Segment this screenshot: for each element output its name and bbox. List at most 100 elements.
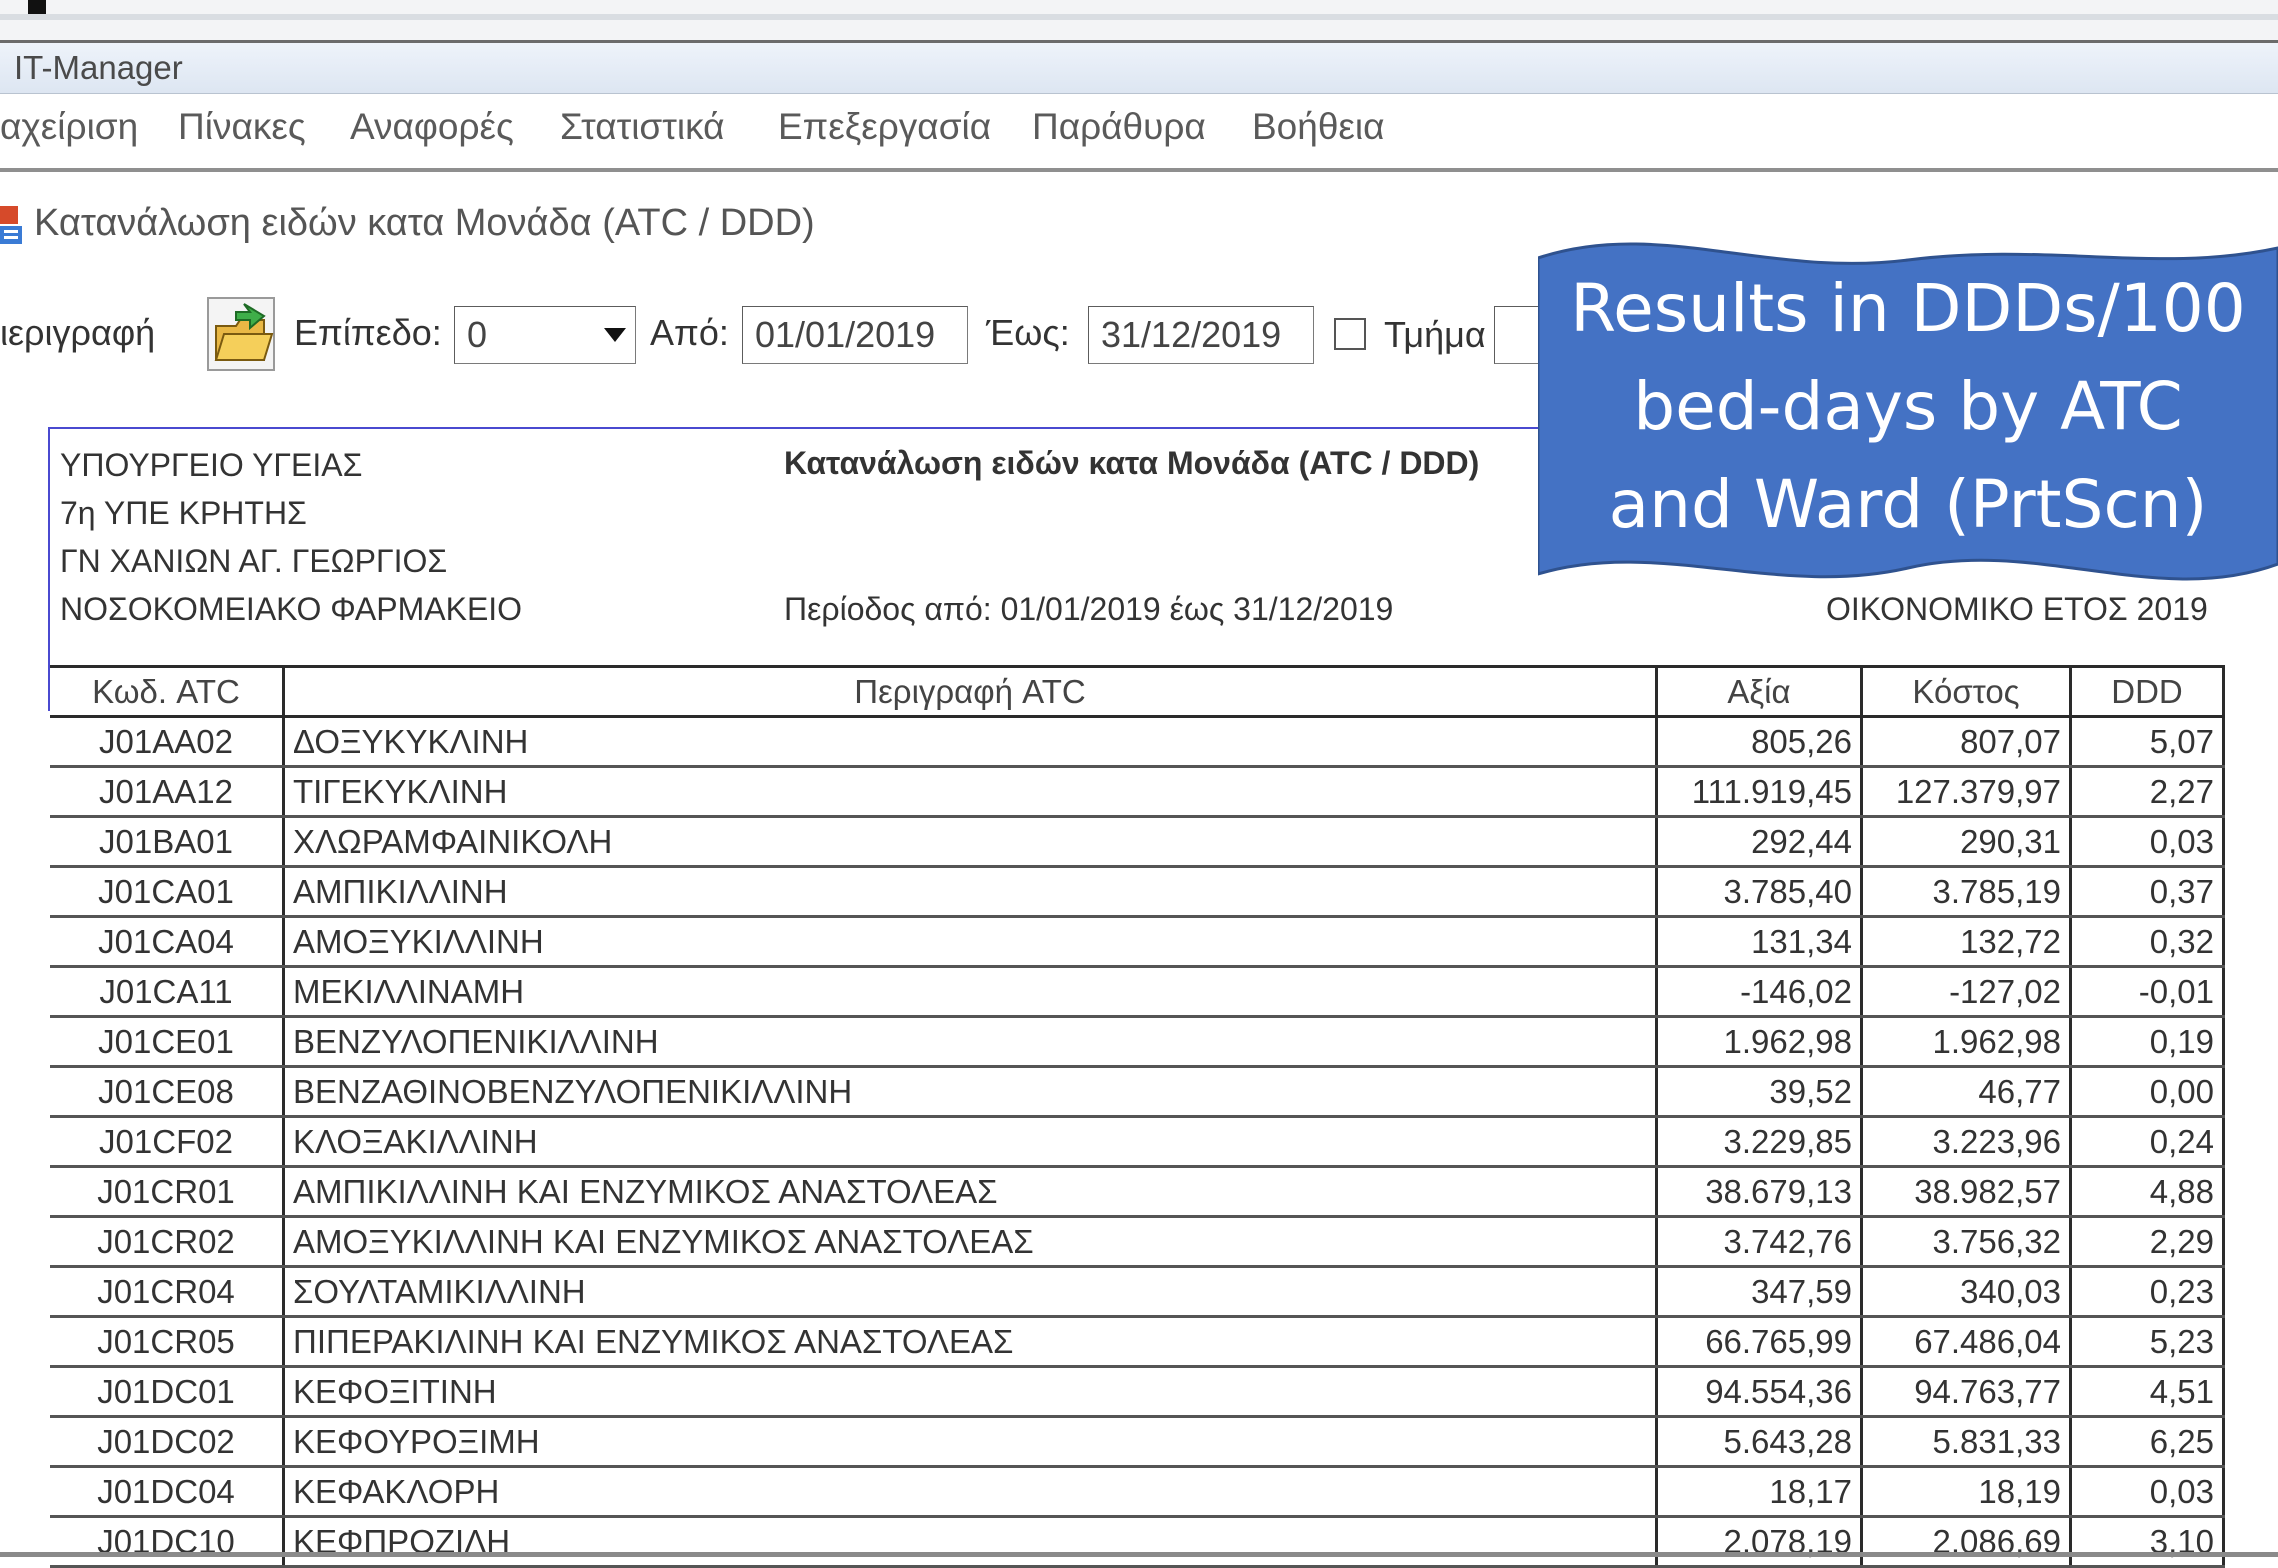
atc-code: J01CE08	[50, 1066, 285, 1118]
value-cell: 94.554,36	[1656, 1366, 1863, 1418]
ddd-cell: 0,00	[2070, 1066, 2225, 1118]
from-date-input[interactable]: 01/01/2019	[742, 306, 968, 364]
level-label: Επίπεδο:	[294, 312, 442, 353]
atc-description: ΒΕΝΖΑΘΙΝΟΒΕΝΖΥΛΟΠΕΝΙΚΙΛΛΙΝΗ	[283, 1066, 1658, 1118]
org-line-1: ΥΠΟΥΡΓΕΙΟ ΥΓΕΙΑΣ	[60, 447, 363, 483]
ddd-cell: 2,29	[2070, 1216, 2225, 1268]
ddd-cell: 0,19	[2070, 1016, 2225, 1068]
column-header-atc-description: Περιγραφή ATC	[282, 665, 1658, 718]
cost-cell: 3.785,19	[1861, 866, 2072, 918]
atc-code: J01DC10	[50, 1516, 285, 1568]
cost-cell: 46,77	[1861, 1066, 2072, 1118]
menu-item-management[interactable]: αχείριση	[0, 106, 138, 148]
cost-cell: 3.756,32	[1861, 1216, 2072, 1268]
department-checkbox[interactable]	[1334, 318, 1366, 350]
atc-description: ΑΜΠΙΚΙΛΛΙΝΗ	[283, 866, 1658, 918]
edge-shadow	[0, 14, 2278, 20]
atc-code: J01AA02	[50, 716, 285, 768]
ddd-cell: 4,88	[2070, 1166, 2225, 1218]
atc-code: J01CF02	[50, 1116, 285, 1168]
atc-code: J01CR01	[50, 1166, 285, 1218]
column-header-cost: Κόστος	[1860, 665, 2072, 718]
ddd-cell: 5,23	[2070, 1316, 2225, 1368]
atc-description: ΑΜΟΞΥΚΙΛΛΙΝΗ ΚΑΙ ΕΝΖΥΜΙΚΟΣ ΑΝΑΣΤΟΛΕΑΣ	[283, 1216, 1658, 1268]
callout-line-1: Results in DDDs/100	[1570, 270, 2246, 347]
atc-description: ΚΕΦΟΞΙΤΙΝΗ	[283, 1366, 1658, 1418]
column-header-value: Αξία	[1655, 665, 1863, 718]
cost-cell: 3.223,96	[1861, 1116, 2072, 1168]
to-date-input[interactable]: 31/12/2019	[1088, 306, 1314, 364]
table-row: J01CR01 ΑΜΠΙΚΙΛΛΙΝΗ ΚΑΙ ΕΝΖΥΜΙΚΟΣ ΑΝΑΣΤΟΛ…	[50, 1166, 2225, 1218]
child-window-title: Κατανάλωση ειδών κατα Μονάδα (ATC / DDD)	[34, 202, 815, 244]
atc-code: J01DC01	[50, 1366, 285, 1418]
level-select[interactable]: 0	[454, 306, 636, 364]
atc-description: ΑΜΠΙΚΙΛΛΙΝΗ ΚΑΙ ΕΝΖΥΜΙΚΟΣ ΑΝΑΣΤΟΛΕΑΣ	[283, 1166, 1658, 1218]
atc-code: J01DC04	[50, 1466, 285, 1518]
value-cell: 2.078,19	[1656, 1516, 1863, 1568]
org-line-2: 7η ΥΠΕ ΚΡΗΤΗΣ	[60, 495, 307, 531]
bottom-edge	[0, 1552, 2278, 1557]
outer-window-edge	[0, 0, 2278, 43]
ddd-cell: 5,07	[2070, 716, 2225, 768]
table-row: J01CA11 ΜΕΚΙΛΛΙΝΑΜΗ -146,02 -127,02 -0,01	[50, 966, 2225, 1018]
value-cell: 18,17	[1656, 1466, 1863, 1518]
atc-description: ΚΕΦΑΚΛΟΡΗ	[283, 1466, 1658, 1518]
org-line-3: ΓΝ ΧΑΝΙΩΝ ΑΓ. ΓΕΩΡΓΙΟΣ	[60, 543, 448, 579]
table-row: J01CA01 ΑΜΠΙΚΙΛΛΙΝΗ 3.785,40 3.785,19 0,37	[50, 866, 2225, 918]
atc-description: ΠΙΠΕΡΑΚΙΛΙΝΗ ΚΑΙ ΕΝΖΥΜΙΚΟΣ ΑΝΑΣΤΟΛΕΑΣ	[283, 1316, 1658, 1368]
cost-cell: 2.086,69	[1861, 1516, 2072, 1568]
app-title: IT-Manager	[14, 49, 183, 86]
report-icon	[0, 206, 22, 244]
value-cell: 131,34	[1656, 916, 1863, 968]
ddd-cell: 0,37	[2070, 866, 2225, 918]
atc-code: J01CA01	[50, 866, 285, 918]
atc-description: ΚΕΦΟΥΡΟΞΙΜΗ	[283, 1416, 1658, 1468]
table-header-row: Κωδ. ATC Περιγραφή ATC Αξία Κόστος DDD	[50, 665, 2225, 718]
cost-cell: 1.962,98	[1861, 1016, 2072, 1068]
chevron-down-icon[interactable]	[595, 307, 635, 363]
column-header-ddd: DDD	[2069, 665, 2225, 718]
table-row: J01AA02 ΔΟΞΥΚΥΚΛΙΝΗ 805,26 807,07 5,07	[50, 716, 2225, 768]
menu-item-edit[interactable]: Επεξεργασία	[778, 106, 991, 148]
value-cell: 3.229,85	[1656, 1116, 1863, 1168]
report-period: Περίοδος από: 01/01/2019 έως 31/12/2019	[784, 591, 1394, 627]
atc-description: ΚΛΟΞΑΚΙΛΛΙΝΗ	[283, 1116, 1658, 1168]
atc-code: J01DC02	[50, 1416, 285, 1468]
ddd-cell: 0,32	[2070, 916, 2225, 968]
menu-item-reports[interactable]: Αναφορές	[350, 106, 514, 148]
ddd-cell: 0,23	[2070, 1266, 2225, 1318]
open-folder-icon[interactable]	[206, 296, 276, 372]
menu-item-tables[interactable]: Πίνακες	[178, 106, 306, 148]
callout-text: Results in DDDs/100 bed-days by ATC and …	[1538, 260, 2278, 554]
value-cell: 38.679,13	[1656, 1166, 1863, 1218]
ddd-cell: 4,51	[2070, 1366, 2225, 1418]
menu-item-statistics[interactable]: Στατιστικά	[560, 106, 725, 148]
value-cell: 3.785,40	[1656, 866, 1863, 918]
value-cell: 292,44	[1656, 816, 1863, 868]
cost-cell: -127,02	[1861, 966, 2072, 1018]
atc-description: ΧΛΩΡΑΜΦΑΙΝΙΚΟΛΗ	[283, 816, 1658, 868]
table-row: J01DC10 ΚΕΦΠΡΟΖΙΛΗ 2.078,19 2.086,69 3,10	[50, 1516, 2225, 1568]
cost-cell: 18,19	[1861, 1466, 2072, 1518]
atc-description: ΣΟΥΛΤΑΜΙΚΙΛΛΙΝΗ	[283, 1266, 1658, 1318]
table-row: J01CF02 ΚΛΟΞΑΚΙΛΛΙΝΗ 3.229,85 3.223,96 0,24	[50, 1116, 2225, 1168]
table-row: J01CE01 ΒΕΝΖΥΛΟΠΕΝΙΚΙΛΛΙΝΗ 1.962,98 1.962,9…	[50, 1016, 2225, 1068]
cost-cell: 340,03	[1861, 1266, 2072, 1318]
table-row: J01CA04 ΑΜΟΞΥΚΙΛΛΙΝΗ 131,34 132,72 0,32	[50, 916, 2225, 968]
atc-description: ΑΜΟΞΥΚΙΛΛΙΝΗ	[283, 916, 1658, 968]
ddd-cell: 0,03	[2070, 1466, 2225, 1518]
atc-code: J01BA01	[50, 816, 285, 868]
cost-cell: 290,31	[1861, 816, 2072, 868]
to-date-label: Έως:	[986, 312, 1070, 353]
menu-item-help[interactable]: Βοήθεια	[1252, 106, 1385, 148]
cost-cell: 807,07	[1861, 716, 2072, 768]
description-label: ιεριγραφή	[0, 312, 156, 353]
ddd-cell: 0,03	[2070, 816, 2225, 868]
menu-bar: αχείριση Πίνακες Αναφορές Στατιστικά Επε…	[0, 94, 2278, 172]
table-row: J01CR04 ΣΟΥΛΤΑΜΙΚΙΛΛΙΝΗ 347,59 340,03 0,23	[50, 1266, 2225, 1318]
cost-cell: 127.379,97	[1861, 766, 2072, 818]
value-cell: -146,02	[1656, 966, 1863, 1018]
callout-line-3: and Ward (PrtScn)	[1608, 466, 2208, 543]
ddd-cell: 2,27	[2070, 766, 2225, 818]
menu-item-windows[interactable]: Παράθυρα	[1032, 106, 1206, 148]
